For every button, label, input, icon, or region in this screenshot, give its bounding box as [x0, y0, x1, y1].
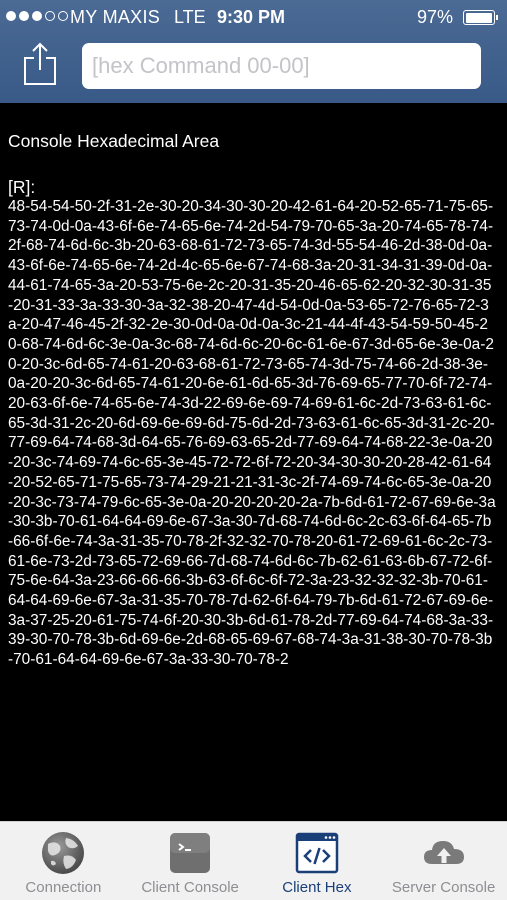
status-bar: MY MAXIS LTE 9:30 PM 97%	[0, 0, 507, 34]
hex-data-output: 48-54-54-50-2f-31-2e-30-20-34-30-30-20-4…	[8, 198, 496, 669]
tab-client-console[interactable]: Client Console	[127, 822, 254, 900]
received-label: [R]:	[8, 177, 36, 197]
code-icon	[295, 832, 339, 874]
console-hex-area[interactable]: Console Hexadecimal Area [R]: 48-54-54-5…	[8, 103, 500, 821]
status-time: 9:30 PM	[217, 7, 286, 27]
cloud-icon	[423, 841, 464, 864]
network-type: LTE	[174, 7, 206, 27]
tab-label: Server Console	[391, 879, 496, 896]
battery-icon	[463, 10, 498, 25]
tab-client-hex[interactable]: Client Hex	[254, 822, 381, 900]
globe-icon	[42, 832, 85, 874]
hex-command-input[interactable]	[82, 43, 481, 89]
terminal-icon	[170, 833, 211, 873]
tab-label: Client Console	[141, 879, 239, 896]
share-icon[interactable]	[22, 42, 58, 86]
tab-label: Client Hex	[282, 879, 352, 896]
carrier-name: MY MAXIS	[70, 7, 161, 27]
tab-bar: Connection Client Console Client Hex Ser…	[0, 821, 507, 900]
navigation-bar: MY MAXIS LTE 9:30 PM 97%	[0, 0, 507, 103]
tab-connection[interactable]: Connection	[0, 822, 127, 900]
signal-strength-icon	[6, 11, 68, 21]
battery-percent: 97%	[416, 7, 453, 27]
console-title: Console Hexadecimal Area	[8, 131, 220, 151]
tab-server-console[interactable]: Server Console	[380, 822, 507, 900]
tab-label: Connection	[25, 879, 102, 896]
